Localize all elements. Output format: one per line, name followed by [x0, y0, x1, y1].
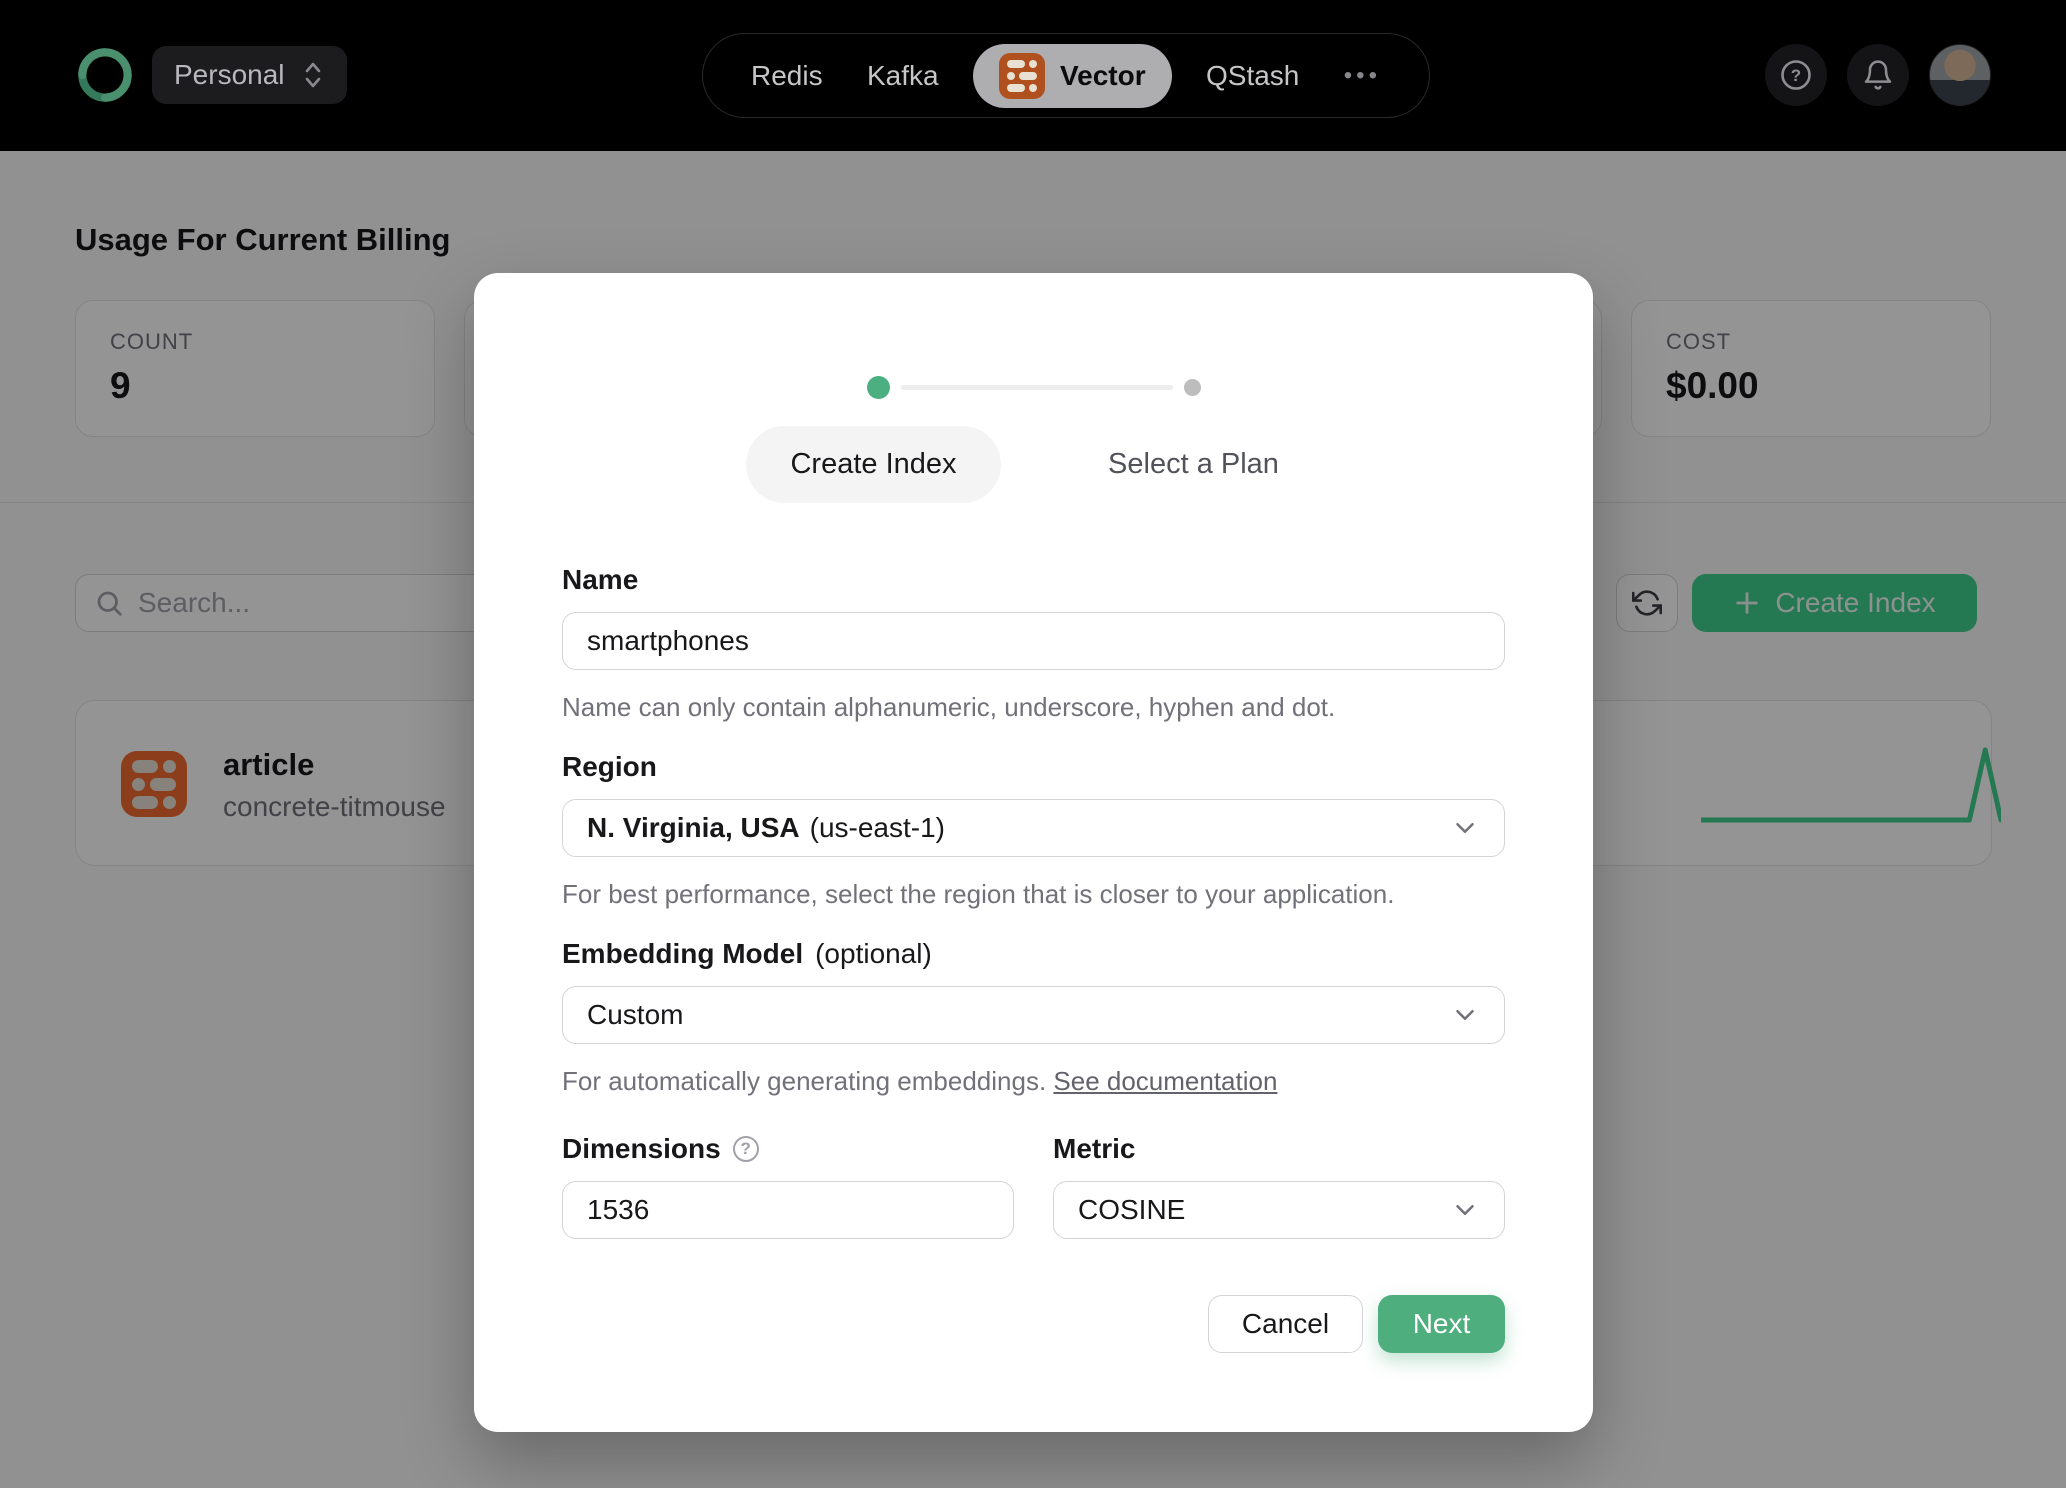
embedding-model-label-text: Embedding Model [562, 938, 804, 969]
user-avatar[interactable] [1929, 44, 1991, 106]
modal-footer: Cancel Next [562, 1295, 1505, 1353]
dimensions-label: Dimensions ? [562, 1133, 1014, 1165]
dimensions-help-icon[interactable]: ? [732, 1136, 759, 1162]
create-index-modal: Create Index Select a Plan Name Name can… [474, 273, 1593, 1432]
embedding-helper-prefix: For automatically generating embeddings. [562, 1066, 1054, 1096]
cancel-button[interactable]: Cancel [1208, 1295, 1363, 1353]
metric-value: COSINE [1078, 1194, 1186, 1225]
embedding-model-value: Custom [587, 999, 684, 1030]
nav-item-vector-label: Vector [1059, 59, 1146, 91]
dimensions-label-text: Dimensions [562, 1133, 721, 1164]
embedding-helper-text: For automatically generating embeddings.… [562, 1066, 1505, 1097]
name-input[interactable] [562, 612, 1505, 670]
wizard-stepper [562, 376, 1505, 399]
chevron-down-icon [1450, 813, 1480, 843]
embedding-model-label: Embedding Model (optional) [562, 938, 1505, 970]
step-dot-upcoming [1183, 379, 1201, 396]
notifications-button[interactable] [1847, 44, 1909, 106]
nav-item-kafka[interactable]: Kafka [867, 60, 939, 92]
tab-select-plan-label: Select a Plan [1108, 448, 1279, 480]
product-nav: Redis Kafka Vector QStash ••• [702, 33, 1430, 118]
question-glyph: ? [1791, 66, 1801, 85]
next-button[interactable]: Next [1378, 1295, 1505, 1353]
chevron-down-icon [1450, 1000, 1480, 1030]
see-documentation-link[interactable]: See documentation [1053, 1066, 1277, 1096]
dimensions-input[interactable] [562, 1181, 1014, 1239]
tab-create-index-label: Create Index [746, 426, 1001, 503]
navbar-right: ? [1765, 44, 1991, 106]
vector-database-icon [998, 52, 1045, 99]
region-label: Region [562, 751, 657, 782]
bell-icon [1862, 59, 1894, 91]
upstash-logo-icon[interactable] [76, 46, 134, 104]
embedding-model-select[interactable]: Custom [562, 986, 1505, 1044]
step-dot-current [866, 376, 890, 399]
region-value: N. Virginia, USA [587, 812, 800, 843]
wizard-tabs: Create Index Select a Plan [562, 426, 1505, 503]
metric-label: Metric [1053, 1133, 1136, 1164]
optional-suffix: (optional) [815, 938, 932, 969]
chevron-down-icon [1450, 1195, 1480, 1225]
tab-select-plan[interactable]: Select a Plan [1034, 427, 1354, 502]
nav-item-qstash[interactable]: QStash [1206, 60, 1299, 92]
name-helper-text: Name can only contain alphanumeric, unde… [562, 692, 1336, 722]
top-navbar: Personal Redis Kafka Vector QStash ••• ? [0, 0, 2066, 151]
region-select[interactable]: N. Virginia, USA (us-east-1) [562, 799, 1505, 857]
metric-select[interactable]: COSINE [1053, 1181, 1505, 1239]
help-button[interactable]: ? [1765, 44, 1827, 106]
name-label: Name [562, 564, 639, 595]
step-track [900, 385, 1173, 390]
team-name: Personal [174, 59, 285, 90]
tab-create-index[interactable]: Create Index [714, 426, 1034, 503]
chevrons-up-down-icon [301, 60, 325, 90]
nav-item-redis[interactable]: Redis [751, 60, 823, 92]
region-code: (us-east-1) [809, 812, 946, 843]
team-switcher[interactable]: Personal [152, 46, 347, 104]
nav-more-button[interactable]: ••• [1344, 62, 1381, 90]
nav-item-vector[interactable]: Vector [972, 43, 1172, 108]
region-helper-text: For best performance, select the region … [562, 879, 1395, 909]
dimensions-metric-row: Dimensions ? Metric COSINE [562, 1133, 1505, 1239]
